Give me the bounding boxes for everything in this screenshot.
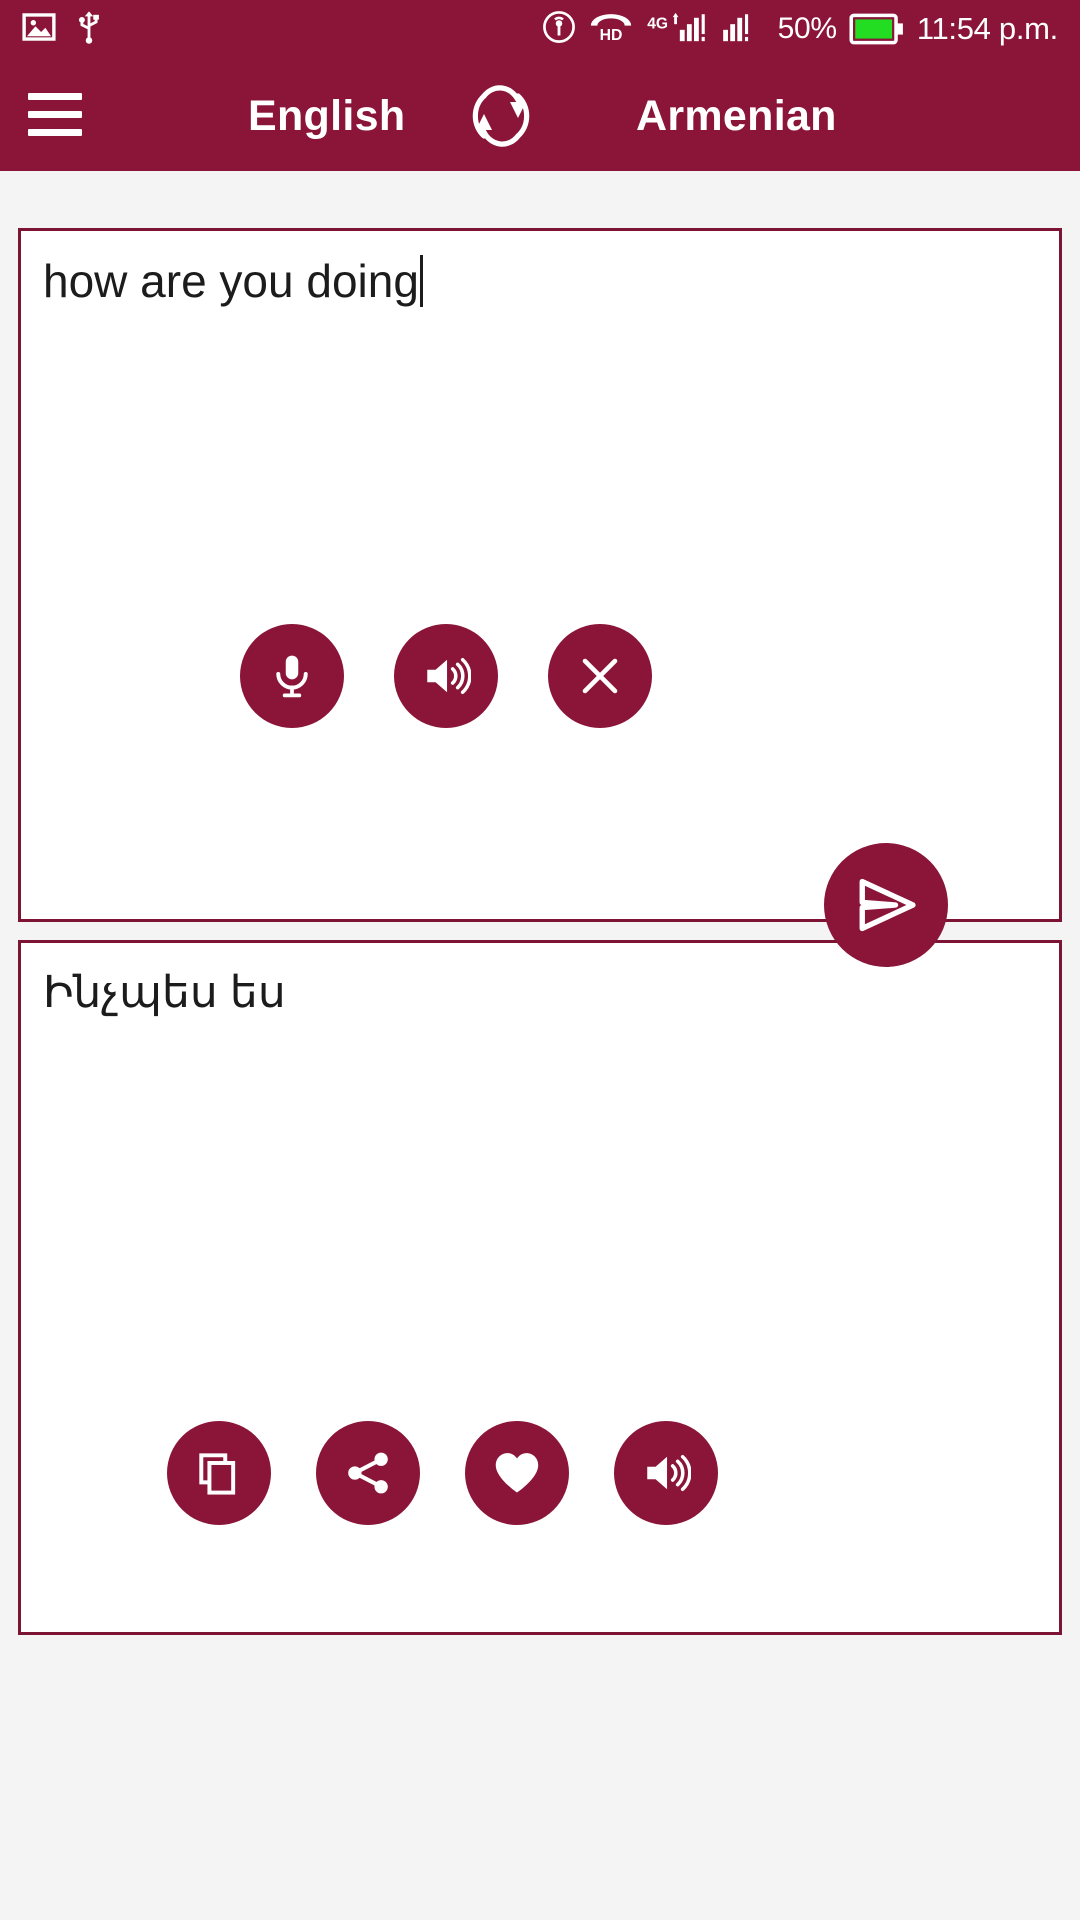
target-language-button[interactable]: Armenian xyxy=(636,92,837,141)
copy-button[interactable] xyxy=(167,1421,271,1525)
status-bar: HD 4G 50% 11:54 p.m. xyxy=(0,0,1080,58)
hd-call-icon: HD xyxy=(588,12,634,47)
signal-4g-icon: 4G xyxy=(646,10,708,49)
battery-percent-label: 50% xyxy=(777,12,837,45)
text-caret xyxy=(419,255,423,307)
swap-languages-icon[interactable] xyxy=(455,78,547,154)
menu-bar-2 xyxy=(28,111,82,118)
source-text-value: how are you doing xyxy=(43,255,419,307)
status-bar-right-icons: HD 4G 50% 11:54 p.m. xyxy=(542,10,1058,49)
translator-app-screen: HD 4G 50% 11:54 p.m. English Armenian ho… xyxy=(0,0,1080,1920)
favorite-button[interactable] xyxy=(465,1421,569,1525)
clock-label: 11:54 p.m. xyxy=(916,11,1058,46)
source-text-input[interactable]: how are you doing xyxy=(43,253,1037,311)
speak-target-button[interactable] xyxy=(614,1421,718,1525)
target-text-panel[interactable]: Ինչպես ես xyxy=(18,940,1062,1635)
svg-text:HD: HD xyxy=(599,26,622,41)
svg-text:4G: 4G xyxy=(647,15,668,32)
signal-bars-icon xyxy=(720,10,766,49)
menu-bar-1 xyxy=(28,93,82,100)
status-bar-left-icons xyxy=(22,10,104,49)
translated-text: Ինչպես ես xyxy=(43,968,286,1017)
send-button[interactable] xyxy=(824,843,948,967)
mic-button[interactable] xyxy=(240,624,344,728)
menu-bar-3 xyxy=(28,129,82,136)
source-language-button[interactable]: English xyxy=(248,92,405,141)
app-header: English Armenian xyxy=(0,58,1080,171)
hamburger-menu-icon[interactable] xyxy=(0,58,110,171)
source-text-panel[interactable]: how are you doing xyxy=(18,228,1062,922)
source-actions-row xyxy=(21,624,1059,728)
share-button[interactable] xyxy=(316,1421,420,1525)
usb-icon xyxy=(74,10,104,49)
speak-source-button[interactable] xyxy=(394,624,498,728)
clear-button[interactable] xyxy=(548,624,652,728)
target-actions-row xyxy=(21,1421,1059,1525)
battery-icon xyxy=(849,13,905,45)
hotspot-icon xyxy=(542,10,576,49)
screenshot-icon xyxy=(22,10,56,49)
